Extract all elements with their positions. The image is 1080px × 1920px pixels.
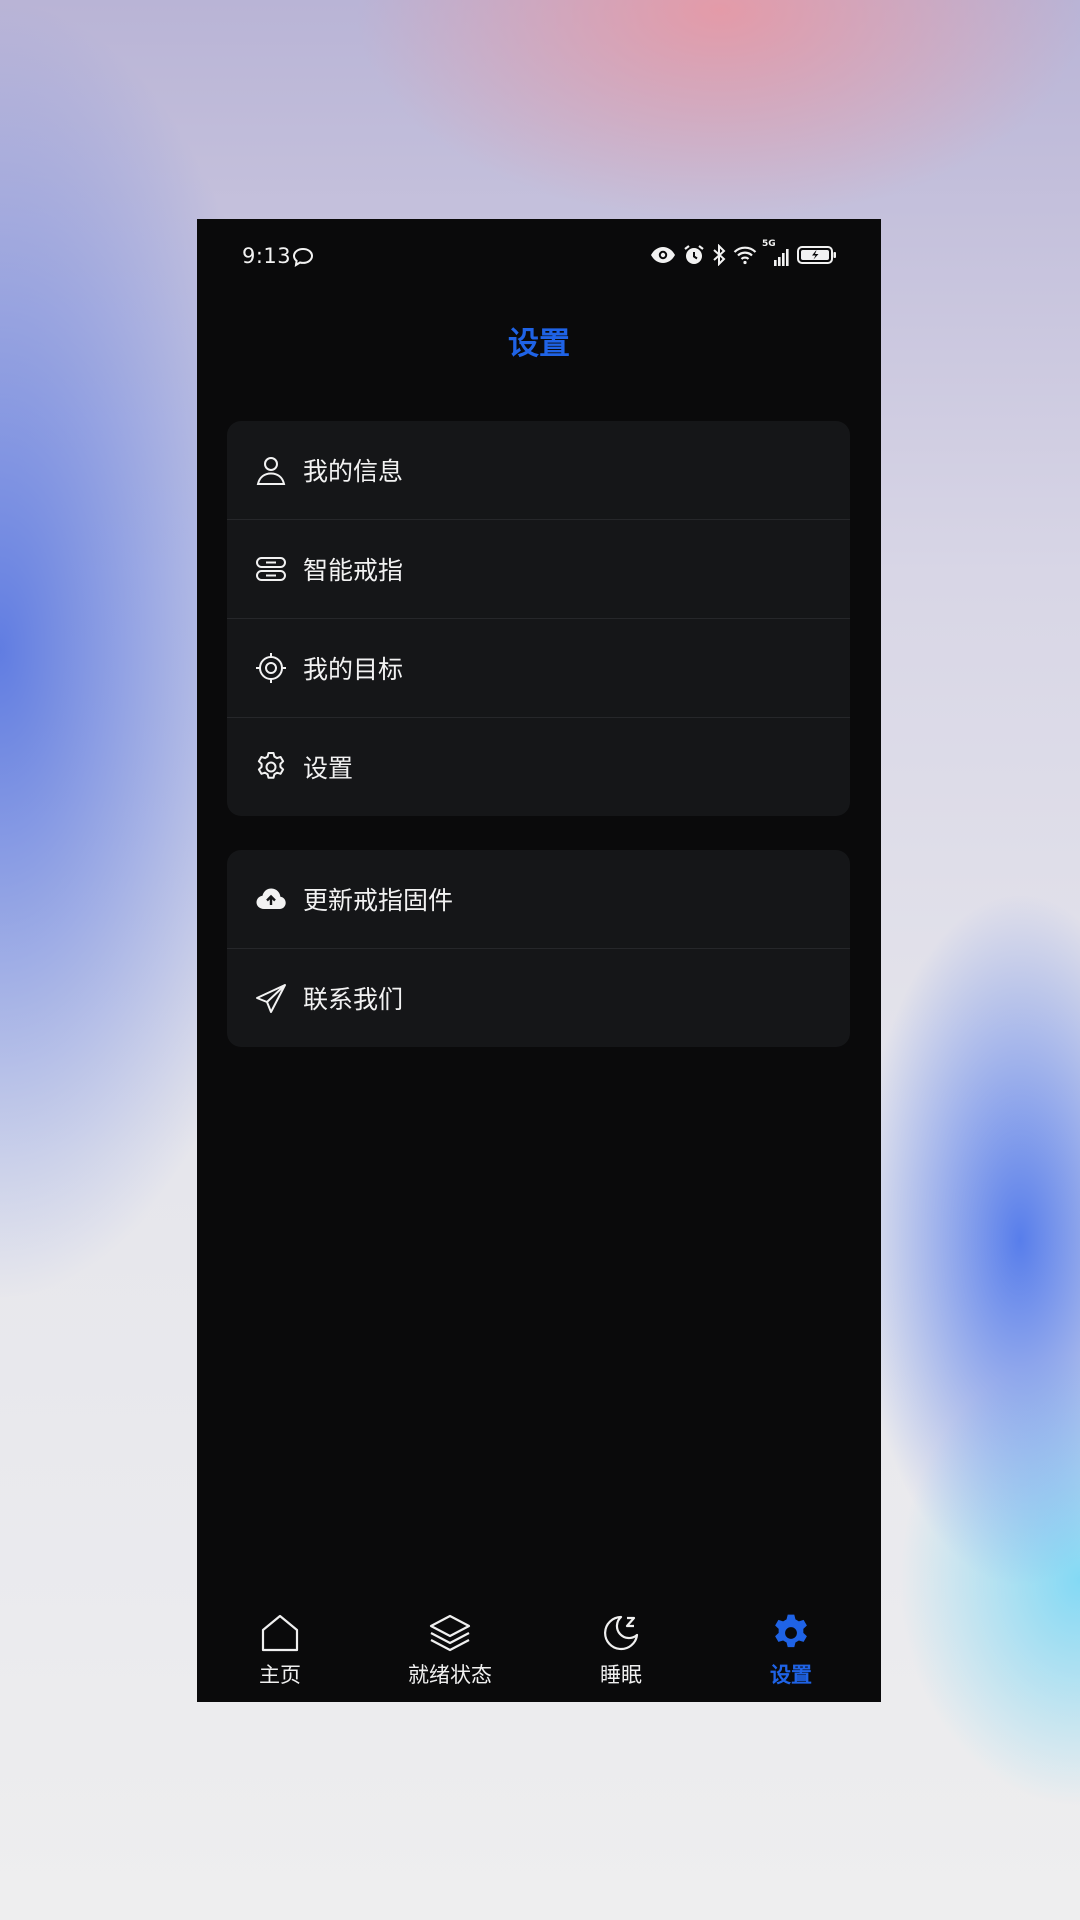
tab-label: 设置 bbox=[770, 1663, 812, 1687]
alarm-icon bbox=[683, 244, 705, 270]
menu-item-my-goals[interactable]: 我的目标 bbox=[227, 618, 850, 717]
gear-icon bbox=[769, 1611, 813, 1655]
chat-bubble-icon bbox=[292, 247, 314, 271]
menu-item-my-info[interactable]: 我的信息 bbox=[227, 421, 850, 519]
menu-item-label: 智能戒指 bbox=[303, 556, 404, 585]
menu-item-label: 设置 bbox=[303, 754, 354, 783]
status-bar: 9:13 5G bbox=[197, 219, 881, 295]
menu-item-update-firmware[interactable]: 更新戒指固件 bbox=[227, 850, 850, 948]
tab-label: 就绪状态 bbox=[408, 1663, 492, 1687]
tab-sleep[interactable]: 睡眠 bbox=[546, 1599, 696, 1699]
signal-icon: 5G bbox=[762, 239, 790, 267]
tab-settings[interactable]: 设置 bbox=[716, 1599, 866, 1699]
bluetooth-icon bbox=[712, 243, 726, 270]
menu-card-secondary: 更新戒指固件 联系我们 bbox=[227, 850, 850, 1047]
tab-label: 睡眠 bbox=[600, 1663, 642, 1687]
layers-icon bbox=[428, 1611, 472, 1655]
bottom-tab-bar: 主页 就绪状态 睡眠 设置 bbox=[197, 1599, 881, 1702]
menu-item-label: 更新戒指固件 bbox=[303, 886, 454, 915]
target-icon bbox=[255, 652, 287, 684]
menu-card-primary: 我的信息 智能戒指 我的目标 设置 bbox=[227, 421, 850, 816]
menu-item-smart-ring[interactable]: 智能戒指 bbox=[227, 519, 850, 618]
page-title: 设置 bbox=[508, 326, 570, 362]
network-type-label: 5G bbox=[762, 239, 776, 249]
status-time: 9:13 bbox=[242, 244, 292, 268]
home-icon bbox=[258, 1611, 302, 1655]
menu-item-label: 我的目标 bbox=[303, 655, 404, 684]
eye-icon bbox=[650, 246, 676, 268]
moon-sleep-icon bbox=[599, 1611, 643, 1655]
status-icons: 5G bbox=[650, 239, 837, 270]
tab-readiness[interactable]: 就绪状态 bbox=[375, 1599, 525, 1699]
gear-icon bbox=[255, 751, 287, 783]
menu-item-label: 联系我们 bbox=[303, 985, 404, 1014]
user-icon bbox=[255, 454, 287, 486]
phone-screen: 9:13 5G 设置 我的信息 智能戒指 我的目标 设置 更新戒指固件 联系我们… bbox=[197, 219, 881, 1702]
menu-item-contact-us[interactable]: 联系我们 bbox=[227, 948, 850, 1047]
wifi-icon bbox=[733, 245, 757, 269]
menu-item-settings[interactable]: 设置 bbox=[227, 717, 850, 816]
cloud-upload-icon bbox=[255, 883, 287, 915]
battery-icon bbox=[797, 245, 837, 269]
paper-plane-icon bbox=[255, 982, 287, 1014]
ring-device-icon bbox=[255, 553, 287, 585]
tab-label: 主页 bbox=[259, 1663, 301, 1687]
tab-home[interactable]: 主页 bbox=[205, 1599, 355, 1699]
menu-item-label: 我的信息 bbox=[303, 457, 404, 486]
